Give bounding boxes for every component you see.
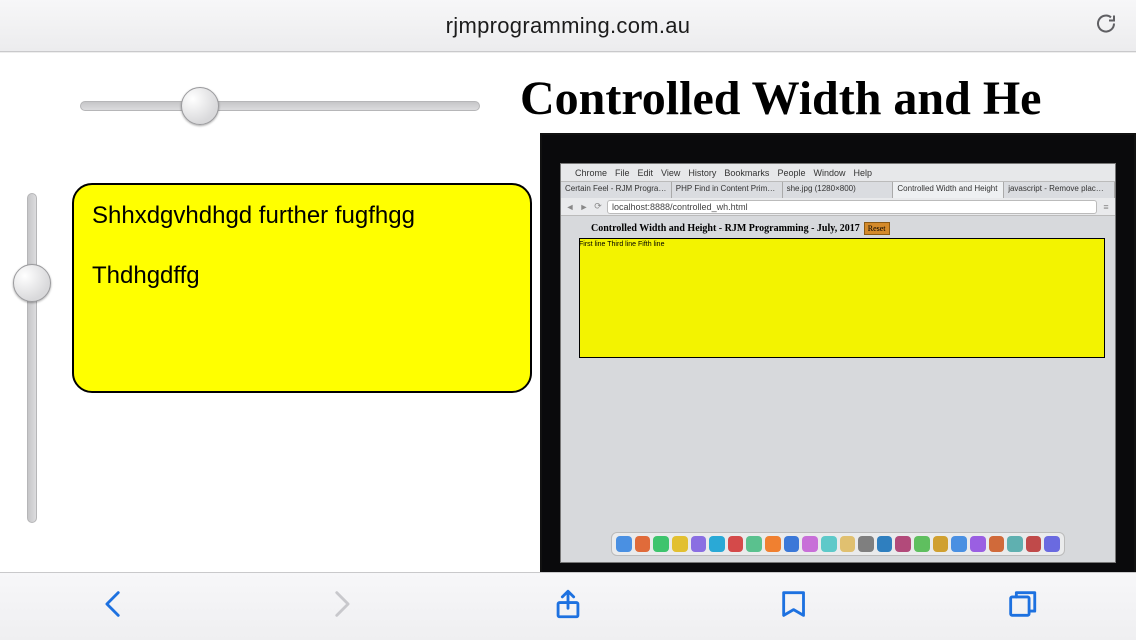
photo-dock-app-icon xyxy=(858,536,874,552)
photo-menu-item: File xyxy=(615,168,630,178)
photo-tab: Certain Feel - RJM Programm… xyxy=(561,182,672,198)
photo-dock-app-icon xyxy=(653,536,669,552)
reload-icon[interactable] xyxy=(1094,11,1118,40)
photo-dock-app-icon xyxy=(1026,536,1042,552)
photo-menu-icon: ≡ xyxy=(1101,202,1111,212)
photo-menu-item: Help xyxy=(853,168,872,178)
photo-dock-app-icon xyxy=(709,536,725,552)
photo-menu-item: Edit xyxy=(638,168,654,178)
back-icon[interactable] xyxy=(97,587,131,626)
photo-dock-app-icon xyxy=(691,536,707,552)
photo-inner-title: Controlled Width and Height - RJM Progra… xyxy=(591,223,860,234)
forward-icon xyxy=(324,587,358,626)
photo-tab: she.jpg (1280×800) xyxy=(783,182,894,198)
share-icon[interactable] xyxy=(551,587,585,626)
photo-dock-app-icon xyxy=(746,536,762,552)
photo-dock-app-icon xyxy=(989,536,1005,552)
browser-url-bar: rjmprogramming.com.au xyxy=(0,0,1136,52)
photo-dock-app-icon xyxy=(933,536,949,552)
photo-dock-app-icon xyxy=(1044,536,1060,552)
photo-dock-app-icon xyxy=(840,536,856,552)
width-slider[interactable] xyxy=(80,101,480,111)
photo-dock-app-icon xyxy=(951,536,967,552)
photo-dock xyxy=(611,532,1065,556)
photo-dock-app-icon xyxy=(635,536,651,552)
embedded-photo: Chrome File Edit View History Bookmarks … xyxy=(540,133,1136,625)
photo-back-icon: ◄ xyxy=(565,202,575,212)
height-slider[interactable] xyxy=(27,193,37,523)
url-domain-text: rjmprogramming.com.au xyxy=(446,13,691,39)
photo-dock-app-icon xyxy=(1007,536,1023,552)
photo-dock-app-icon xyxy=(784,536,800,552)
photo-monitor: Chrome File Edit View History Bookmarks … xyxy=(560,163,1116,563)
photo-inner-lines: First line Third line Fifth line xyxy=(579,240,664,249)
photo-dock-app-icon xyxy=(914,536,930,552)
photo-menu-item: View xyxy=(661,168,680,178)
photo-dock-app-icon xyxy=(802,536,818,552)
photo-reset-button: Reset xyxy=(864,222,890,235)
photo-dock-app-icon xyxy=(970,536,986,552)
photo-inner-yellow-box xyxy=(579,238,1105,358)
height-slider-thumb[interactable] xyxy=(13,264,51,302)
safari-toolbar xyxy=(0,572,1136,640)
photo-menubar: Chrome File Edit View History Bookmarks … xyxy=(561,164,1115,182)
photo-menu-item: Chrome xyxy=(575,168,607,178)
photo-dock-app-icon xyxy=(765,536,781,552)
photo-inner-title-row: Controlled Width and Height - RJM Progra… xyxy=(591,222,890,235)
photo-address-row: ◄ ► ⟳ localhost:8888/controlled_wh.html … xyxy=(561,198,1115,216)
photo-menu-item: Bookmarks xyxy=(724,168,769,178)
photo-dock-app-icon xyxy=(877,536,893,552)
photo-tab: Controlled Width and Height xyxy=(893,182,1004,198)
tabs-icon[interactable] xyxy=(1005,587,1039,626)
content-textarea[interactable]: Shhxdgvhdhgd further fugfhgg Thdhgdffg xyxy=(72,183,532,393)
photo-dock-app-icon xyxy=(672,536,688,552)
bookmarks-icon[interactable] xyxy=(778,587,812,626)
photo-dock-app-icon xyxy=(895,536,911,552)
photo-dock-app-icon xyxy=(616,536,632,552)
photo-tab: javascript - Remove plac… xyxy=(1004,182,1115,198)
photo-dock-app-icon xyxy=(728,536,744,552)
photo-dock-app-icon xyxy=(821,536,837,552)
photo-tab: PHP Find in Content Primer … xyxy=(672,182,783,198)
photo-menu-item: People xyxy=(777,168,805,178)
photo-browser-tabs: Certain Feel - RJM Programm… PHP Find in… xyxy=(561,182,1115,198)
photo-menu-item: Window xyxy=(813,168,845,178)
photo-menu-item: History xyxy=(688,168,716,178)
width-slider-thumb[interactable] xyxy=(181,87,219,125)
photo-address-text: localhost:8888/controlled_wh.html xyxy=(607,200,1097,214)
photo-reload-icon: ⟳ xyxy=(593,201,603,212)
page-content: Controlled Width and He Shhxdgvhdhgd fur… xyxy=(0,52,1136,572)
photo-forward-icon: ► xyxy=(579,202,589,212)
page-title: Controlled Width and He xyxy=(520,71,1041,126)
